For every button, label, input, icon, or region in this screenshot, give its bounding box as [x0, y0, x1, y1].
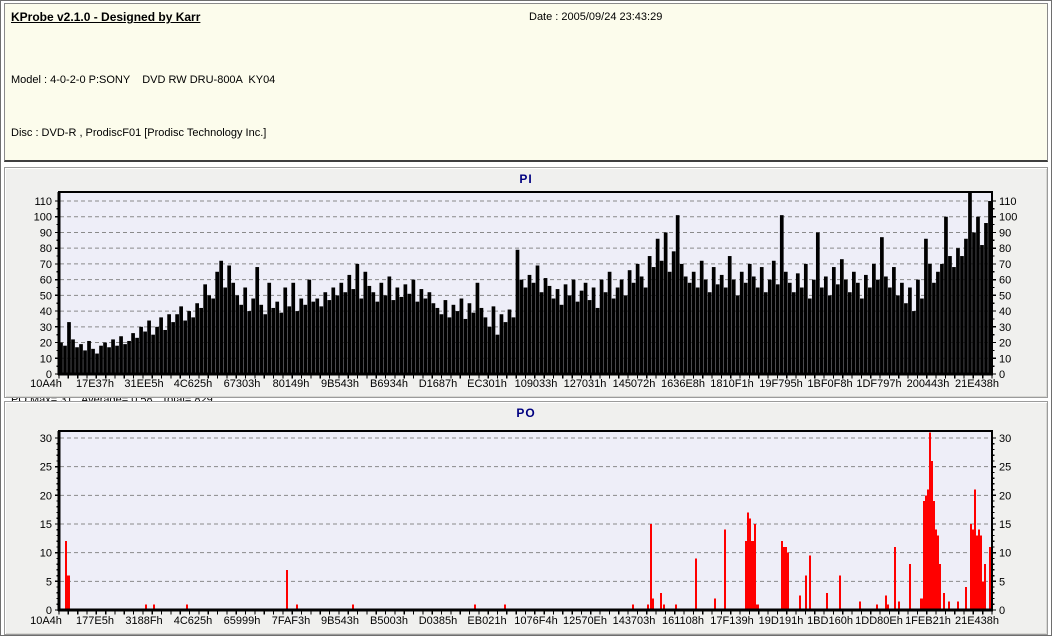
svg-text:90: 90 — [40, 227, 52, 239]
svg-text:40: 40 — [999, 306, 1011, 318]
po-chart: 0 05 510 1015 1520 2025 2530 3010A4h 177E5h 3188F… — [30, 430, 1011, 627]
svg-text:90: 90 — [999, 227, 1011, 239]
svg-text:10: 10 — [40, 353, 52, 365]
svg-text:15: 15 — [40, 519, 52, 531]
svg-text:110: 110 — [34, 196, 52, 208]
svg-text:60: 60 — [999, 275, 1011, 287]
svg-text:10: 10 — [40, 548, 52, 560]
svg-text:161108h: 161108h — [662, 615, 704, 627]
svg-text:65999h: 65999h — [224, 615, 261, 627]
svg-text:B5003h: B5003h — [370, 615, 408, 627]
svg-text:145072h: 145072h — [613, 378, 656, 390]
svg-text:1BF0F8h: 1BF0F8h — [807, 378, 852, 390]
svg-text:100: 100 — [999, 212, 1017, 224]
svg-text:1076F4h: 1076F4h — [514, 615, 557, 627]
svg-text:EB021h: EB021h — [467, 615, 506, 627]
svg-text:10: 10 — [999, 353, 1011, 365]
header-panel: KProbe v2.1.0 - Designed by Karr Date : … — [4, 3, 1048, 406]
svg-text:20: 20 — [40, 490, 52, 502]
svg-text:80: 80 — [40, 243, 52, 255]
svg-text:67303h: 67303h — [224, 378, 261, 390]
pi-chart: 0 010 1020 2030 3040 4050 5060 6070 7080 8090 9010… — [30, 191, 1017, 390]
svg-text:17F139h: 17F139h — [710, 615, 753, 627]
svg-text:31EE5h: 31EE5h — [124, 378, 163, 390]
svg-text:80149h: 80149h — [273, 378, 310, 390]
svg-text:143703h: 143703h — [613, 615, 656, 627]
svg-text:30: 30 — [999, 322, 1011, 334]
svg-text:70: 70 — [999, 259, 1011, 271]
app-title: KProbe v2.1.0 - Designed by Karr — [11, 10, 201, 24]
svg-text:30: 30 — [999, 433, 1011, 445]
svg-text:20: 20 — [40, 338, 52, 350]
svg-text:17E37h: 17E37h — [76, 378, 114, 390]
svg-text:50: 50 — [999, 290, 1011, 302]
svg-text:12570Eh: 12570Eh — [563, 615, 607, 627]
svg-text:1DD80Eh: 1DD80Eh — [855, 615, 903, 627]
pi-chart-panel: PI 0 0 10 10 20 20 30 30 40 40 50 50 60 60 70 70 80 80 90 9… — [4, 167, 1048, 398]
po-plot-bg — [59, 431, 992, 610]
svg-text:127031h: 127031h — [564, 378, 607, 390]
svg-text:30: 30 — [40, 433, 52, 445]
svg-text:1DF797h: 1DF797h — [856, 378, 901, 390]
svg-text:10A4h: 10A4h — [30, 378, 62, 390]
svg-text:25: 25 — [40, 462, 52, 474]
svg-text:D0385h: D0385h — [419, 615, 458, 627]
svg-text:30: 30 — [40, 322, 52, 334]
svg-text:1636E8h: 1636E8h — [661, 378, 705, 390]
svg-text:4C625h: 4C625h — [174, 378, 213, 390]
svg-text:110: 110 — [999, 196, 1017, 208]
po-x-labels: 10A4h 177E5h 3188Fh 4C625h 65999h 7FAF3h 9B543… — [30, 615, 999, 627]
svg-text:19D191h: 19D191h — [759, 615, 804, 627]
svg-text:20: 20 — [999, 338, 1011, 350]
info-line-disc: Disc : DVD-R , ProdiscF01 [Prodisc Techn… — [11, 126, 267, 139]
report-date: Date : 2005/09/24 23:43:29 — [529, 11, 663, 23]
svg-text:5: 5 — [46, 576, 52, 588]
svg-text:21E438h: 21E438h — [955, 378, 999, 390]
svg-text:100: 100 — [34, 212, 52, 224]
po-chart-panel: PO 0 0 5 5 10 10 15 15 20 20 25 25 30 30 10A4h 177E5h 31… — [4, 401, 1048, 635]
svg-text:1BD160h: 1BD160h — [807, 615, 853, 627]
pi-x-labels: 10A4h 17E37h 31EE5h 4C625h 67303h 80149h 9B543… — [30, 378, 999, 390]
svg-text:1810F1h: 1810F1h — [710, 378, 753, 390]
svg-text:70: 70 — [40, 259, 52, 271]
info-line-model: Model : 4-0-2-0 P:SONY DVD RW DRU-800A K… — [11, 73, 276, 86]
svg-text:3188Fh: 3188Fh — [125, 615, 162, 627]
svg-text:0: 0 — [999, 369, 1005, 381]
svg-text:10: 10 — [999, 548, 1011, 560]
svg-text:21E438h: 21E438h — [955, 615, 999, 627]
svg-text:50: 50 — [40, 290, 52, 302]
svg-text:4C625h: 4C625h — [174, 615, 213, 627]
svg-text:20: 20 — [999, 490, 1011, 502]
svg-text:177E5h: 177E5h — [76, 615, 114, 627]
svg-text:19F795h: 19F795h — [759, 378, 802, 390]
svg-text:5: 5 — [999, 576, 1005, 588]
svg-text:40: 40 — [40, 306, 52, 318]
svg-text:B6934h: B6934h — [370, 378, 408, 390]
svg-text:7FAF3h: 7FAF3h — [272, 615, 311, 627]
svg-text:80: 80 — [999, 243, 1011, 255]
svg-text:1FEB21h: 1FEB21h — [905, 615, 951, 627]
svg-text:EC301h: EC301h — [467, 378, 507, 390]
svg-text:109033h: 109033h — [515, 378, 558, 390]
svg-text:25: 25 — [999, 462, 1011, 474]
svg-text:200443h: 200443h — [907, 378, 950, 390]
kprobe-window: KProbe v2.1.0 - Designed by Karr Date : … — [0, 0, 1052, 636]
svg-text:60: 60 — [40, 275, 52, 287]
svg-text:D1687h: D1687h — [419, 378, 458, 390]
svg-text:9B543h: 9B543h — [321, 615, 359, 627]
svg-text:10A4h: 10A4h — [30, 615, 62, 627]
svg-text:0: 0 — [999, 605, 1005, 617]
svg-text:15: 15 — [999, 519, 1011, 531]
svg-text:9B543h: 9B543h — [321, 378, 359, 390]
